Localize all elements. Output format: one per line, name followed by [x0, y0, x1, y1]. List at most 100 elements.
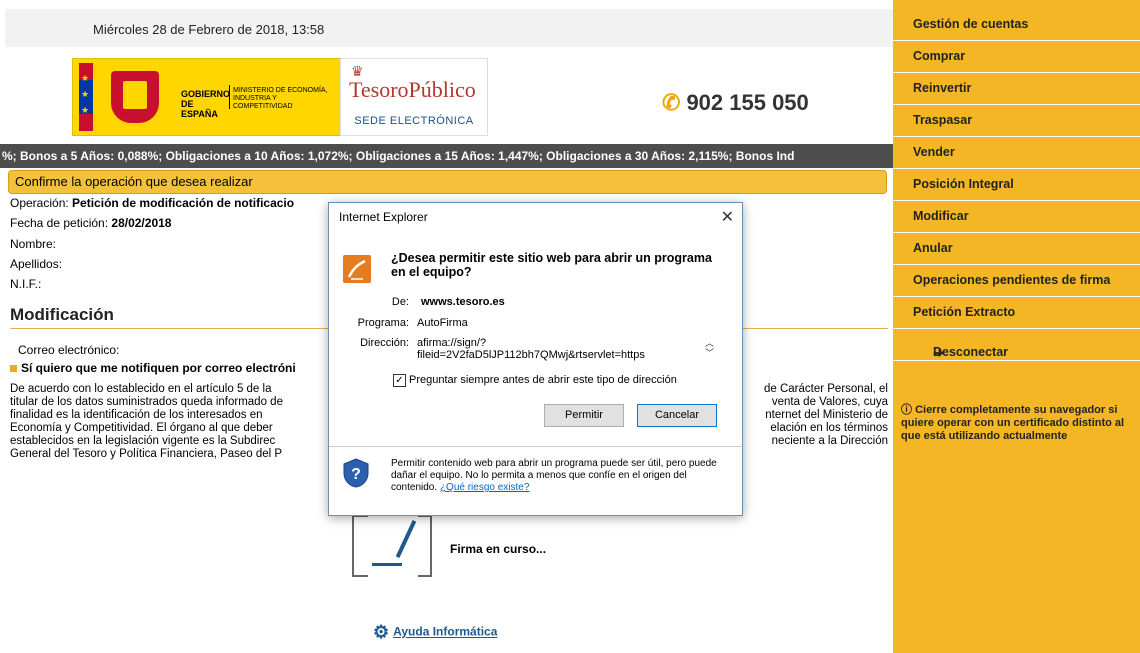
tesoro-sede: SEDE ELECTRÓNICA — [354, 115, 474, 127]
sidebar-item-modificar[interactable]: Modificar — [893, 201, 1140, 233]
operacion-field: Operación: Petición de modificación de n… — [10, 196, 294, 210]
sidebar-item-gestion-cuentas[interactable]: Gestión de cuentas — [893, 9, 1140, 41]
sidebar-notice: ⓘ Cierre completamente su navegador si q… — [901, 404, 1140, 443]
tesoro-logo: ♛ TesoroPúblico SEDE ELECTRÓNICA — [340, 58, 488, 136]
text-line: de Carácter Personal, el — [763, 383, 888, 395]
permitir-button[interactable]: Permitir — [544, 404, 624, 427]
programa-label: Programa: — [357, 317, 409, 329]
sidebar-item-reinvertir[interactable]: Reinvertir — [893, 73, 1140, 105]
direccion-scroll[interactable]: ︿ ﹀ — [705, 338, 714, 358]
notice-text: Cierre completamente su navegador si qui… — [901, 404, 1125, 442]
text-line: venta de Valores, cuya — [771, 396, 888, 408]
confirm-title: Confirme la operación que desea realizar — [15, 174, 253, 189]
operacion-value: Petición de modificación de notificacio — [72, 196, 295, 210]
dialog-title: Internet Explorer — [339, 210, 428, 224]
direccion-value: afirma://sign/? fileid=2V2faD5lJP112bh7Q… — [417, 337, 701, 361]
ask-always-checkbox[interactable]: ✓ — [393, 374, 406, 387]
nombre-label: Nombre: — [10, 237, 57, 251]
ministerio-text: MINISTERIO DE ECONOMÍA, INDUSTRIA Y COMP… — [233, 87, 328, 110]
email-label: Correo electrónico: — [18, 343, 120, 357]
info-icon: ⓘ — [901, 404, 916, 416]
privacy-text-right: de Carácter Personal, el venta de Valore… — [745, 383, 888, 448]
nif-label: N.I.F.: — [10, 277, 42, 291]
sidebar-item-label: Petición Extracto — [913, 305, 1016, 319]
modificacion-title: Modificación — [10, 305, 114, 324]
sidebar-item-anular[interactable]: Anular — [893, 233, 1140, 265]
gobierno-logo: ★ ★ ★ GOBIERNO DE ESPAÑA MINISTERIO DE E… — [72, 58, 342, 136]
ie-dialog: Internet Explorer ✕ ¿Desea permitir este… — [328, 202, 743, 516]
sidebar-item-label: Desconectar — [933, 345, 1009, 359]
text-line: establecidos en la legislación vigente e… — [10, 435, 276, 447]
chevron-up-icon[interactable]: ︿ — [705, 338, 714, 348]
logo-divider — [229, 85, 230, 109]
programa-value: AutoFirma — [417, 317, 468, 329]
text-line: finalidad es la identificación de los in… — [10, 409, 263, 421]
de-value: wwws.tesoro.es — [421, 296, 505, 308]
text-line: nternet del Ministerio de — [765, 409, 888, 421]
direccion-line: fileid=2V2faD5lJP112bh7QMwj&rtservlet=ht… — [417, 349, 645, 361]
de-label: De: — [391, 296, 409, 308]
star-icon: ★ — [81, 73, 90, 83]
ticker-text: %; Bonos a 5 Años: 0,088%; Obligaciones … — [2, 149, 795, 163]
phone-icon: ✆ — [662, 90, 681, 115]
confirm-header: Confirme la operación que desea realizar — [8, 170, 887, 194]
fecha-value: 28/02/2018 — [111, 216, 172, 230]
firma-status: Firma en curso... — [450, 542, 547, 556]
rates-ticker: %; Bonos a 5 Años: 0,088%; Obligaciones … — [0, 144, 893, 168]
direccion-label: Dirección: — [360, 337, 409, 349]
risk-link[interactable]: ¿Qué riesgo existe? — [440, 482, 530, 493]
help-link-container: ⚙ Ayuda Informática — [373, 622, 497, 643]
sidebar-item-label: Operaciones pendientes de firma — [913, 273, 1111, 287]
fecha-field: Fecha de petición: 28/02/2018 — [10, 216, 171, 230]
ayuda-informatica-link[interactable]: Ayuda Informática — [393, 625, 497, 639]
phone-number: ✆ 902 155 050 — [662, 90, 809, 116]
text-line: Economía y Competitividad. El órgano al … — [10, 422, 273, 434]
autofirma-icon — [343, 255, 371, 283]
tesoro-name: TesoroPúblico — [349, 77, 476, 102]
chevron-down-icon[interactable]: ﹀ — [705, 348, 714, 358]
svg-text:?: ? — [351, 466, 361, 483]
sidebar: Gestión de cuentas Comprar Reinvertir Tr… — [893, 0, 1140, 653]
star-icon: ★ — [81, 89, 90, 99]
text-line: elación en los términos — [770, 422, 888, 434]
date-bar: Miércoles 28 de Febrero de 2018, 13:58 — [5, 9, 893, 47]
text-line: General del Tesoro y Política Financiera… — [10, 448, 283, 460]
notify-text: Sí quiero que me notifiquen por correo e… — [21, 361, 296, 375]
direccion-line: afirma://sign/? — [417, 337, 487, 349]
sidebar-item-desconectar[interactable]: ➜ Desconectar — [893, 329, 1140, 361]
sidebar-item-traspasar[interactable]: Traspasar — [893, 105, 1140, 137]
sidebar-item-label: Traspasar — [913, 113, 973, 127]
dialog-divider — [329, 446, 742, 447]
text-line: titular de los datos suministrados queda… — [10, 396, 283, 408]
sidebar-item-posicion-integral[interactable]: Posición Integral — [893, 169, 1140, 201]
sidebar-item-operaciones-pendientes[interactable]: Operaciones pendientes de firma — [893, 265, 1140, 297]
notify-checkbox-label[interactable]: Sí quiero que me notifiquen por correo e… — [10, 361, 296, 375]
sidebar-item-label: Reinvertir — [913, 81, 972, 95]
text-line: neciente a la Dirección — [771, 435, 888, 447]
coat-of-arms-icon — [111, 71, 159, 123]
close-icon[interactable]: ✕ — [721, 207, 734, 227]
cancelar-button[interactable]: Cancelar — [637, 404, 717, 427]
apellidos-label: Apellidos: — [10, 257, 63, 271]
ask-always-label: Preguntar siempre antes de abrir este ti… — [409, 374, 677, 386]
privacy-text-left: De acuerdo con lo establecido en el artí… — [10, 383, 330, 461]
text-line: De acuerdo con lo establecido en el artí… — [10, 383, 272, 395]
sidebar-item-vender[interactable]: Vender — [893, 137, 1140, 169]
security-shield-icon: ? — [343, 458, 369, 488]
sidebar-item-label: Anular — [913, 241, 953, 255]
dialog-warning: Permitir contenido web para abrir un pro… — [391, 458, 721, 494]
sidebar-item-label: Modificar — [913, 209, 969, 223]
star-icon: ★ — [81, 105, 90, 115]
operacion-label: Operación: — [10, 196, 69, 210]
sidebar-item-peticion-extracto[interactable]: Petición Extracto — [893, 297, 1140, 329]
dialog-question: ¿Desea permitir este sitio web para abri… — [391, 251, 712, 279]
sidebar-item-label: Posición Integral — [913, 177, 1014, 191]
phone-text: 902 155 050 — [686, 90, 809, 115]
signature-icon — [352, 515, 432, 577]
gear-icon: ⚙ — [373, 622, 390, 642]
datetime-text: Miércoles 28 de Febrero de 2018, 13:58 — [93, 22, 325, 37]
sidebar-item-label: Comprar — [913, 49, 966, 63]
sidebar-item-label: Vender — [913, 145, 955, 159]
bullet-icon — [10, 365, 17, 373]
sidebar-item-comprar[interactable]: Comprar — [893, 41, 1140, 73]
